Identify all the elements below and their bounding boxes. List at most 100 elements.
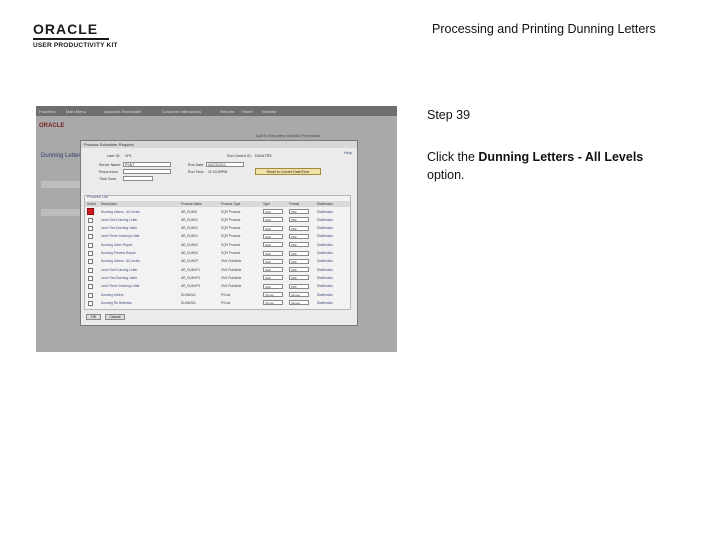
row-select-checkbox[interactable] (87, 208, 94, 215)
page-title: Processing and Printing Dunning Letters (432, 22, 656, 36)
row-description[interactable]: Level Two Dunning Letter (101, 276, 137, 280)
row-format-select[interactable]: PDF (289, 283, 309, 289)
table-row[interactable]: Dunning Re-Selection DUNNSEL PSJob Distribu… (85, 299, 350, 307)
row-process-name: AR_DUN04 (181, 234, 198, 239)
row-format-select[interactable]: PDF (289, 233, 309, 239)
row-type-select[interactable]: Web (263, 250, 283, 256)
row-description[interactable]: Level One Dunning Letter (101, 218, 137, 222)
app-logo: ORACLE (39, 123, 65, 129)
table-row[interactable]: Level Three Dunning Letter AR_DUNXP3 XML P… (85, 283, 350, 291)
row-format-select[interactable]: PDF (289, 209, 309, 214)
row-process-type: SQR Process (221, 209, 241, 214)
menubar-item[interactable]: Customer Interactions (162, 109, 201, 114)
row-description[interactable]: Dunning Letter Report (101, 243, 132, 247)
row-distribution[interactable]: Distribution (317, 226, 333, 230)
server-select[interactable]: PSNT (123, 162, 171, 167)
col-distribution: Distribution (317, 202, 333, 206)
table-row[interactable]: Level One Dunning Letter AR_DUNXP1 XML Pub… (85, 266, 350, 274)
row-type-select[interactable]: Web (263, 283, 283, 289)
cancel-button[interactable]: Cancel (105, 314, 125, 320)
row-select-checkbox[interactable] (88, 226, 93, 232)
menubar-item[interactable]: Main Menu (66, 109, 86, 114)
row-distribution[interactable]: Distribution (317, 218, 333, 222)
help-link[interactable]: Help (344, 150, 352, 155)
user-id-label: User ID: (107, 154, 121, 158)
row-description[interactable]: Dunning Letters - All Levels (101, 259, 140, 263)
row-format-select[interactable]: (None) (289, 300, 309, 306)
row-select-checkbox[interactable] (88, 242, 93, 248)
row-type-select[interactable]: Web (263, 267, 283, 273)
row-distribution[interactable]: Distribution (317, 301, 333, 305)
row-process-name: AR_DUN05 (181, 242, 198, 247)
menubar-item[interactable]: Worklist (262, 109, 276, 114)
row-description[interactable]: Level Three Dunning Letter (101, 234, 140, 238)
row-distribution[interactable]: Distribution (317, 210, 333, 214)
row-format-select[interactable]: (None) (289, 292, 309, 297)
table-row[interactable]: Dunning Letters - All Levels AR_DUN01 SQR … (85, 208, 350, 216)
timezone-field[interactable] (123, 176, 153, 181)
process-list-title: Process List (87, 195, 108, 199)
row-select-checkbox[interactable] (88, 234, 93, 240)
row-description[interactable]: Level Three Dunning Letter (101, 284, 140, 288)
row-select-checkbox[interactable] (88, 217, 93, 223)
menubar-item[interactable]: Accounts Receivable (104, 109, 141, 114)
row-format-select[interactable]: PDF (289, 250, 309, 256)
menubar-item[interactable]: Home (242, 109, 253, 114)
row-select-checkbox[interactable] (88, 251, 93, 256)
table-row[interactable]: Level Three Dunning Letter AR_DUN04 SQR Pr… (85, 233, 350, 241)
row-type-select[interactable]: Web (263, 217, 283, 223)
table-row[interactable]: Dunning Preview Report AR_DUN06 SQR Proces… (85, 250, 350, 258)
row-format-select[interactable]: PDF (289, 275, 309, 281)
row-distribution[interactable]: Distribution (317, 243, 333, 247)
row-format-select[interactable]: PDF (289, 242, 309, 248)
row-select-checkbox[interactable] (88, 267, 93, 273)
app-links[interactable]: Add to Favorites Worklist Processes (256, 133, 320, 138)
row-process-name: DUNNING (181, 292, 196, 297)
row-description[interactable]: Level One Dunning Letter (101, 268, 137, 272)
row-distribution[interactable]: Distribution (317, 276, 333, 280)
row-select-checkbox[interactable] (88, 275, 93, 281)
row-type-select[interactable]: Web (263, 258, 283, 264)
table-row[interactable]: Dunning Letters DUNNING PSJob Distribution (… (85, 291, 350, 299)
table-row[interactable]: Dunning Letter Report AR_DUN05 SQR Process… (85, 241, 350, 249)
row-description[interactable]: Level Two Dunning Letter (101, 226, 137, 230)
row-process-type: SQR Process (221, 234, 241, 239)
row-format-select[interactable]: PDF (289, 225, 309, 231)
row-description[interactable]: Dunning Letters (101, 293, 124, 297)
table-row[interactable]: Level One Dunning Letter AR_DUN02 SQR Proc… (85, 216, 350, 224)
row-distribution[interactable]: Distribution (317, 259, 333, 263)
row-distribution[interactable]: Distribution (317, 293, 333, 297)
table-row[interactable]: Dunning Letters - All Levels AR_DUNXP XML … (85, 258, 350, 266)
row-distribution[interactable]: Distribution (317, 268, 333, 272)
run-date-field[interactable]: 08/23/2012 (206, 162, 244, 167)
row-type-select[interactable]: Web (263, 225, 283, 231)
row-description[interactable]: Dunning Letters - All Levels (101, 210, 140, 214)
row-select-checkbox[interactable] (88, 300, 93, 306)
row-format-select[interactable]: PDF (289, 267, 309, 273)
reset-datetime-button[interactable]: Reset to Current Date/Time (255, 168, 321, 175)
row-type-select[interactable]: Web (263, 242, 283, 248)
recurrence-select[interactable] (123, 169, 171, 174)
table-row[interactable]: Level Two Dunning Letter AR_DUN03 SQR Proc… (85, 225, 350, 233)
row-description[interactable]: Dunning Preview Report (101, 251, 136, 255)
row-type-select[interactable]: Web (263, 233, 283, 239)
menubar-item[interactable]: Favorites (39, 109, 55, 114)
row-select-checkbox[interactable] (88, 292, 93, 298)
row-type-select[interactable]: (None) (263, 300, 283, 306)
row-format-select[interactable]: PDF (289, 258, 309, 264)
row-distribution[interactable]: Distribution (317, 234, 333, 238)
row-type-select[interactable]: Web (263, 275, 283, 281)
row-process-type: PSJob (221, 292, 231, 297)
run-date-value: 08/23/2012 (208, 163, 226, 167)
menubar-item[interactable]: Reports (220, 109, 234, 114)
row-distribution[interactable]: Distribution (317, 251, 333, 255)
row-format-select[interactable]: PDF (289, 217, 309, 223)
row-type-select[interactable]: (None) (263, 292, 283, 297)
row-distribution[interactable]: Distribution (317, 284, 333, 288)
ok-button[interactable]: OK (86, 314, 101, 320)
row-select-checkbox[interactable] (88, 259, 93, 265)
table-row[interactable]: Level Two Dunning Letter AR_DUNXP2 XML Pub… (85, 274, 350, 282)
row-select-checkbox[interactable] (88, 284, 93, 290)
row-description[interactable]: Dunning Re-Selection (101, 301, 132, 305)
row-type-select[interactable]: Web (263, 209, 283, 214)
